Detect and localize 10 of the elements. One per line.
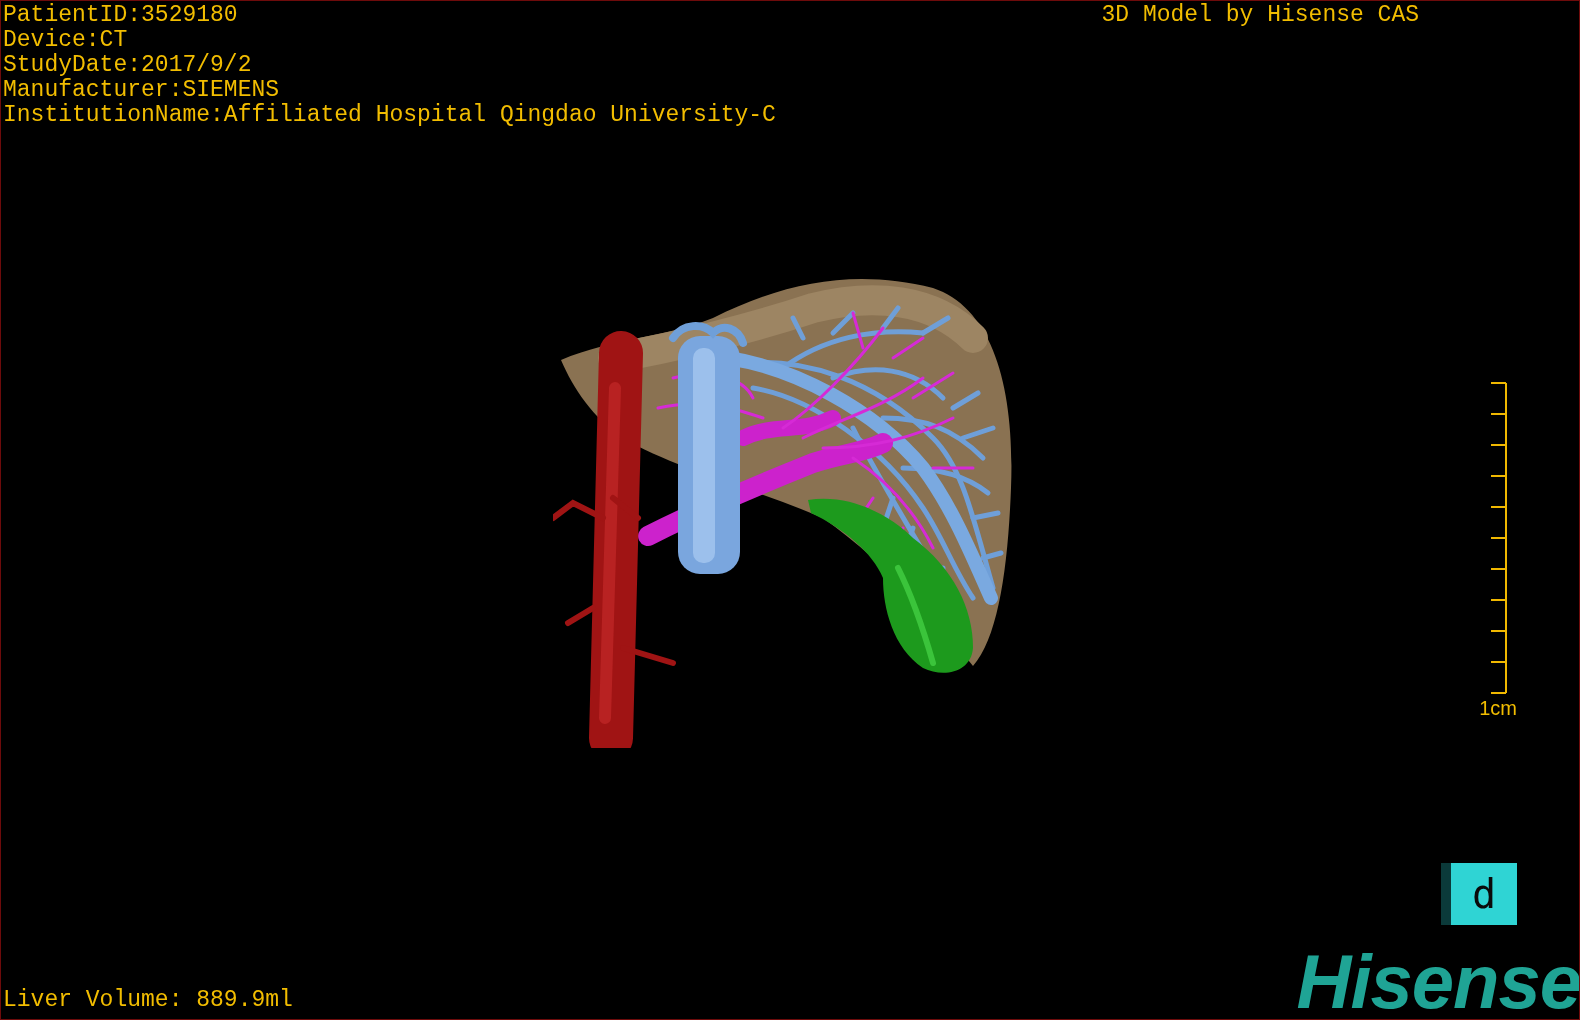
patient-info-text: StudyDate:2017/9/2 — [3, 53, 253, 78]
patient-info-text: PatientID:3529180 — [3, 3, 239, 28]
patient-info-text: Manufacturer:SIEMENS — [3, 78, 281, 103]
view-button[interactable]: d — [1441, 863, 1517, 925]
patient-info-text: InstitutionName:Affiliated Hospital Qingdao University-C — [3, 103, 776, 128]
liver-volume-text: Liver Volume: 889.9ml — [3, 988, 293, 1013]
scale-label: 1cm — [1479, 698, 1517, 718]
patient-info-text: Device:CT — [3, 28, 129, 53]
viewer-title: 3D Model by Hisense CAS — [1101, 3, 1419, 30]
logo-text: Hisense — [1296, 951, 1579, 1013]
